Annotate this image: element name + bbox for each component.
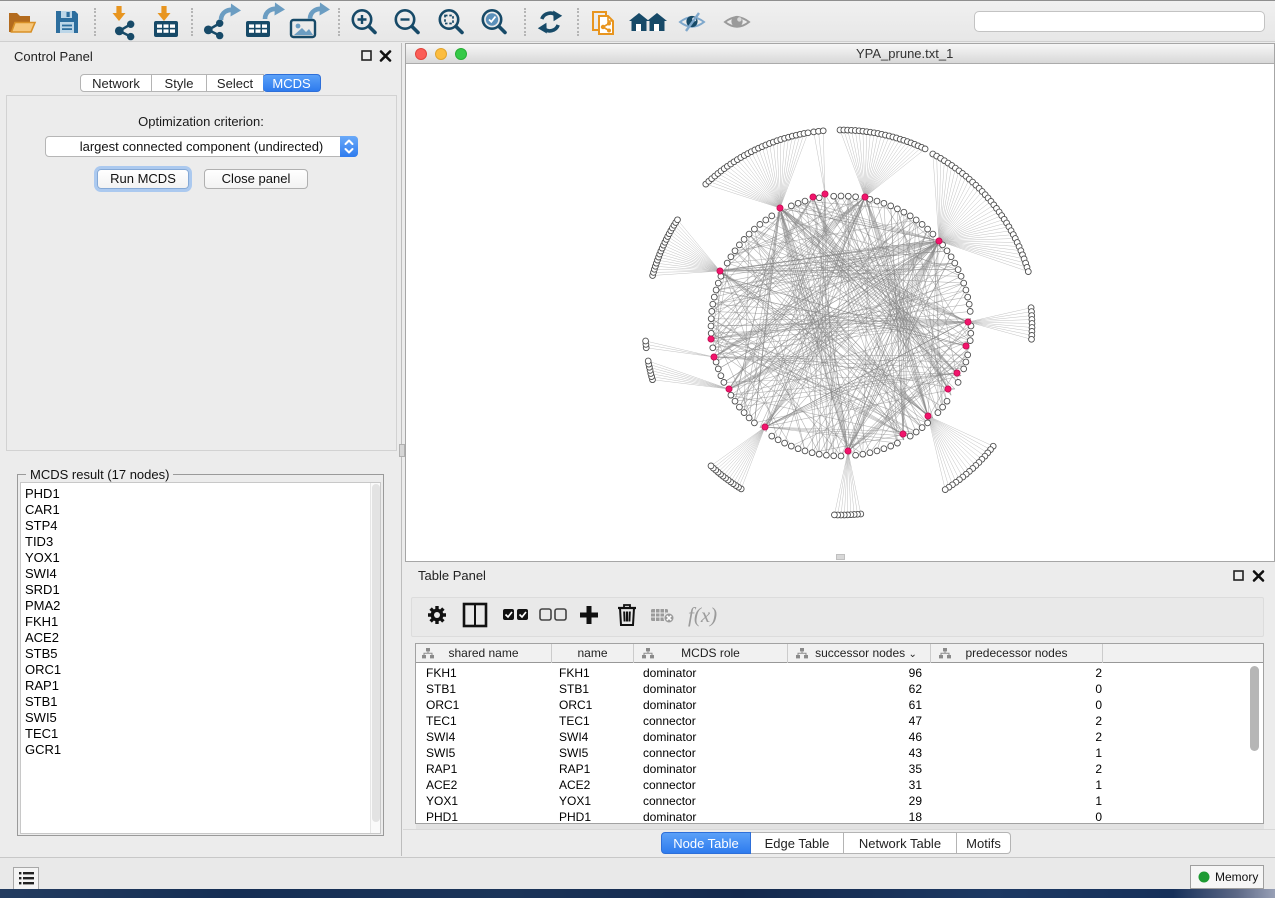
svg-text:Memory: Memory (1215, 870, 1258, 884)
svg-text:f(x): f(x) (688, 603, 717, 627)
